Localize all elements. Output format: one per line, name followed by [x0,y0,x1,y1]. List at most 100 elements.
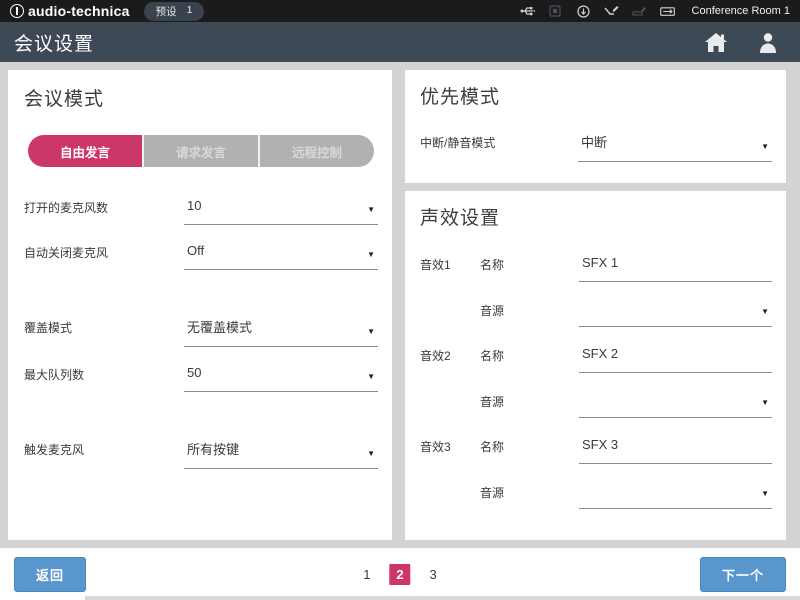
audio-technica-logo-icon [10,4,24,18]
tab-label: 请求发言 [176,142,226,161]
tab-remote-control[interactable]: 远程控制 [258,135,374,167]
field-label: 覆盖模式 [24,315,184,336]
tab-free-talk[interactable]: 自由发言 [28,135,142,167]
tab-label: 远程控制 [292,142,342,161]
field-value: SFX 1 [582,255,618,270]
source-label: 音源 [480,298,579,319]
sfx2-label: 音效2 [420,343,480,364]
sfx2-source-row: 音源 ▼ [420,389,772,418]
page-3[interactable]: 3 [426,565,441,584]
spacer [420,480,480,484]
sfx2-source-select[interactable]: ▼ [579,389,772,418]
interrupt-mute-mode-select[interactable]: 中断 ▼ [578,130,772,162]
priority-mode-title: 优先模式 [420,82,772,109]
max-queue-select[interactable]: 50 ▼ [184,362,378,392]
profile-button[interactable] [758,32,778,53]
page-2[interactable]: 2 [390,564,411,585]
name-label: 名称 [480,434,579,455]
field-label: 触发麦克风 [24,437,184,458]
sfx2-name-row: 音效2 名称 SFX 2 [420,343,772,373]
field-value: 所有按键 [187,442,239,457]
trigger-mic-select[interactable]: 所有按键 ▼ [184,437,378,469]
sfx1-name-row: 音效1 名称 SFX 1 [420,252,772,282]
content-area: 会议模式 自由发言 请求发言 远程控制 打开的麦克风数 10 ▼ 自动关闭麦克风… [0,62,800,548]
sfx-settings-panel: 声效设置 音效1 名称 SFX 1 音源 ▼ [405,191,786,540]
preset-badge[interactable]: 预设 1 [144,2,205,21]
open-mic-count-row: 打开的麦克风数 10 ▼ [24,195,378,225]
override-mode-select[interactable]: 无覆盖模式 ▼ [184,315,378,347]
sfx3-source-select[interactable]: ▼ [579,480,772,509]
sfx3-name-row: 音效3 名称 SFX 3 [420,434,772,464]
conference-mode-tabs: 自由发言 请求发言 远程控制 [28,135,374,167]
priority-mode-panel: 优先模式 中断/静音模式 中断 ▼ [405,70,786,183]
open-mic-count-select[interactable]: 10 ▼ [184,195,378,225]
next-button[interactable]: 下一个 [700,557,786,592]
sfx1-label: 音效1 [420,252,480,273]
spacer [420,298,480,302]
preset-badge-value: 1 [187,4,193,19]
name-label: 名称 [480,343,579,364]
chevron-down-icon: ▼ [761,398,769,407]
source-label: 音源 [480,480,579,501]
chevron-down-icon: ▼ [761,489,769,498]
conference-mode-panel: 会议模式 自由发言 请求发言 远程控制 打开的麦克风数 10 ▼ 自动关闭麦克风… [8,70,392,540]
field-value: 无覆盖模式 [187,320,252,335]
chevron-down-icon: ▼ [367,205,375,214]
room-name: Conference Room 1 [692,5,790,17]
field-value: 50 [187,365,201,380]
brand-logo: audio-technica [10,3,130,19]
brand-name: audio-technica [28,3,130,19]
sfx3-source-row: 音源 ▼ [420,480,772,509]
auto-mic-off-row: 自动关闭麦克风 Off ▼ [24,240,378,270]
page-header: 会议设置 [0,22,800,62]
field-value: Off [187,243,204,258]
sfx1-name-input[interactable]: SFX 1 [579,252,772,282]
meter-icon [660,5,675,18]
footer-bar: 返回 1 2 3 下一个 [0,548,800,600]
edit-icon [604,5,619,18]
tab-request-talk[interactable]: 请求发言 [142,135,258,167]
sfx3-name-input[interactable]: SFX 3 [579,434,772,464]
auto-mic-off-select[interactable]: Off ▼ [184,240,378,270]
field-value: 10 [187,198,201,213]
chevron-down-icon: ▼ [367,449,375,458]
interrupt-mute-mode-row: 中断/静音模式 中断 ▼ [420,130,772,162]
usb-icon [520,5,535,18]
sfx-settings-title: 声效设置 [420,203,772,230]
horizontal-scrollbar-track [85,596,800,600]
field-label: 中断/静音模式 [420,130,578,151]
field-value: SFX 2 [582,346,618,361]
sfx1-source-row: 音源 ▼ [420,298,772,327]
field-label: 打开的麦克风数 [24,195,184,216]
sync-icon [576,5,591,18]
name-label: 名称 [480,252,579,273]
horizontal-scrollbar[interactable] [0,596,800,600]
field-value: 中断 [581,135,607,150]
chevron-down-icon: ▼ [367,250,375,259]
field-label: 最大队列数 [24,362,184,383]
sfx2-name-input[interactable]: SFX 2 [579,343,772,373]
spacer [420,389,480,393]
sfx1-source-select[interactable]: ▼ [579,298,772,327]
preset-badge-label: 预设 [156,4,177,19]
sfx3-label: 音效3 [420,434,480,455]
top-status-bar: audio-technica 预设 1 Conference Room 1 [0,0,800,22]
source-label: 音源 [480,389,579,410]
chevron-down-icon: ▼ [367,327,375,336]
edit-disabled-icon [632,5,647,18]
chevron-down-icon: ▼ [367,372,375,381]
conference-mode-title: 会议模式 [24,84,378,111]
pagination: 1 2 3 [359,564,440,585]
tab-label: 自由发言 [60,142,110,161]
field-label: 自动关闭麦克风 [24,240,184,261]
field-value: SFX 3 [582,437,618,452]
back-button[interactable]: 返回 [14,557,86,592]
home-button[interactable] [704,32,728,53]
override-mode-row: 覆盖模式 无覆盖模式 ▼ [24,315,378,347]
chevron-down-icon: ▼ [761,142,769,151]
trigger-mic-row: 触发麦克风 所有按键 ▼ [24,437,378,469]
page-1[interactable]: 1 [359,565,374,584]
chevron-down-icon: ▼ [761,307,769,316]
max-queue-row: 最大队列数 50 ▼ [24,362,378,392]
stop-icon [548,5,563,18]
